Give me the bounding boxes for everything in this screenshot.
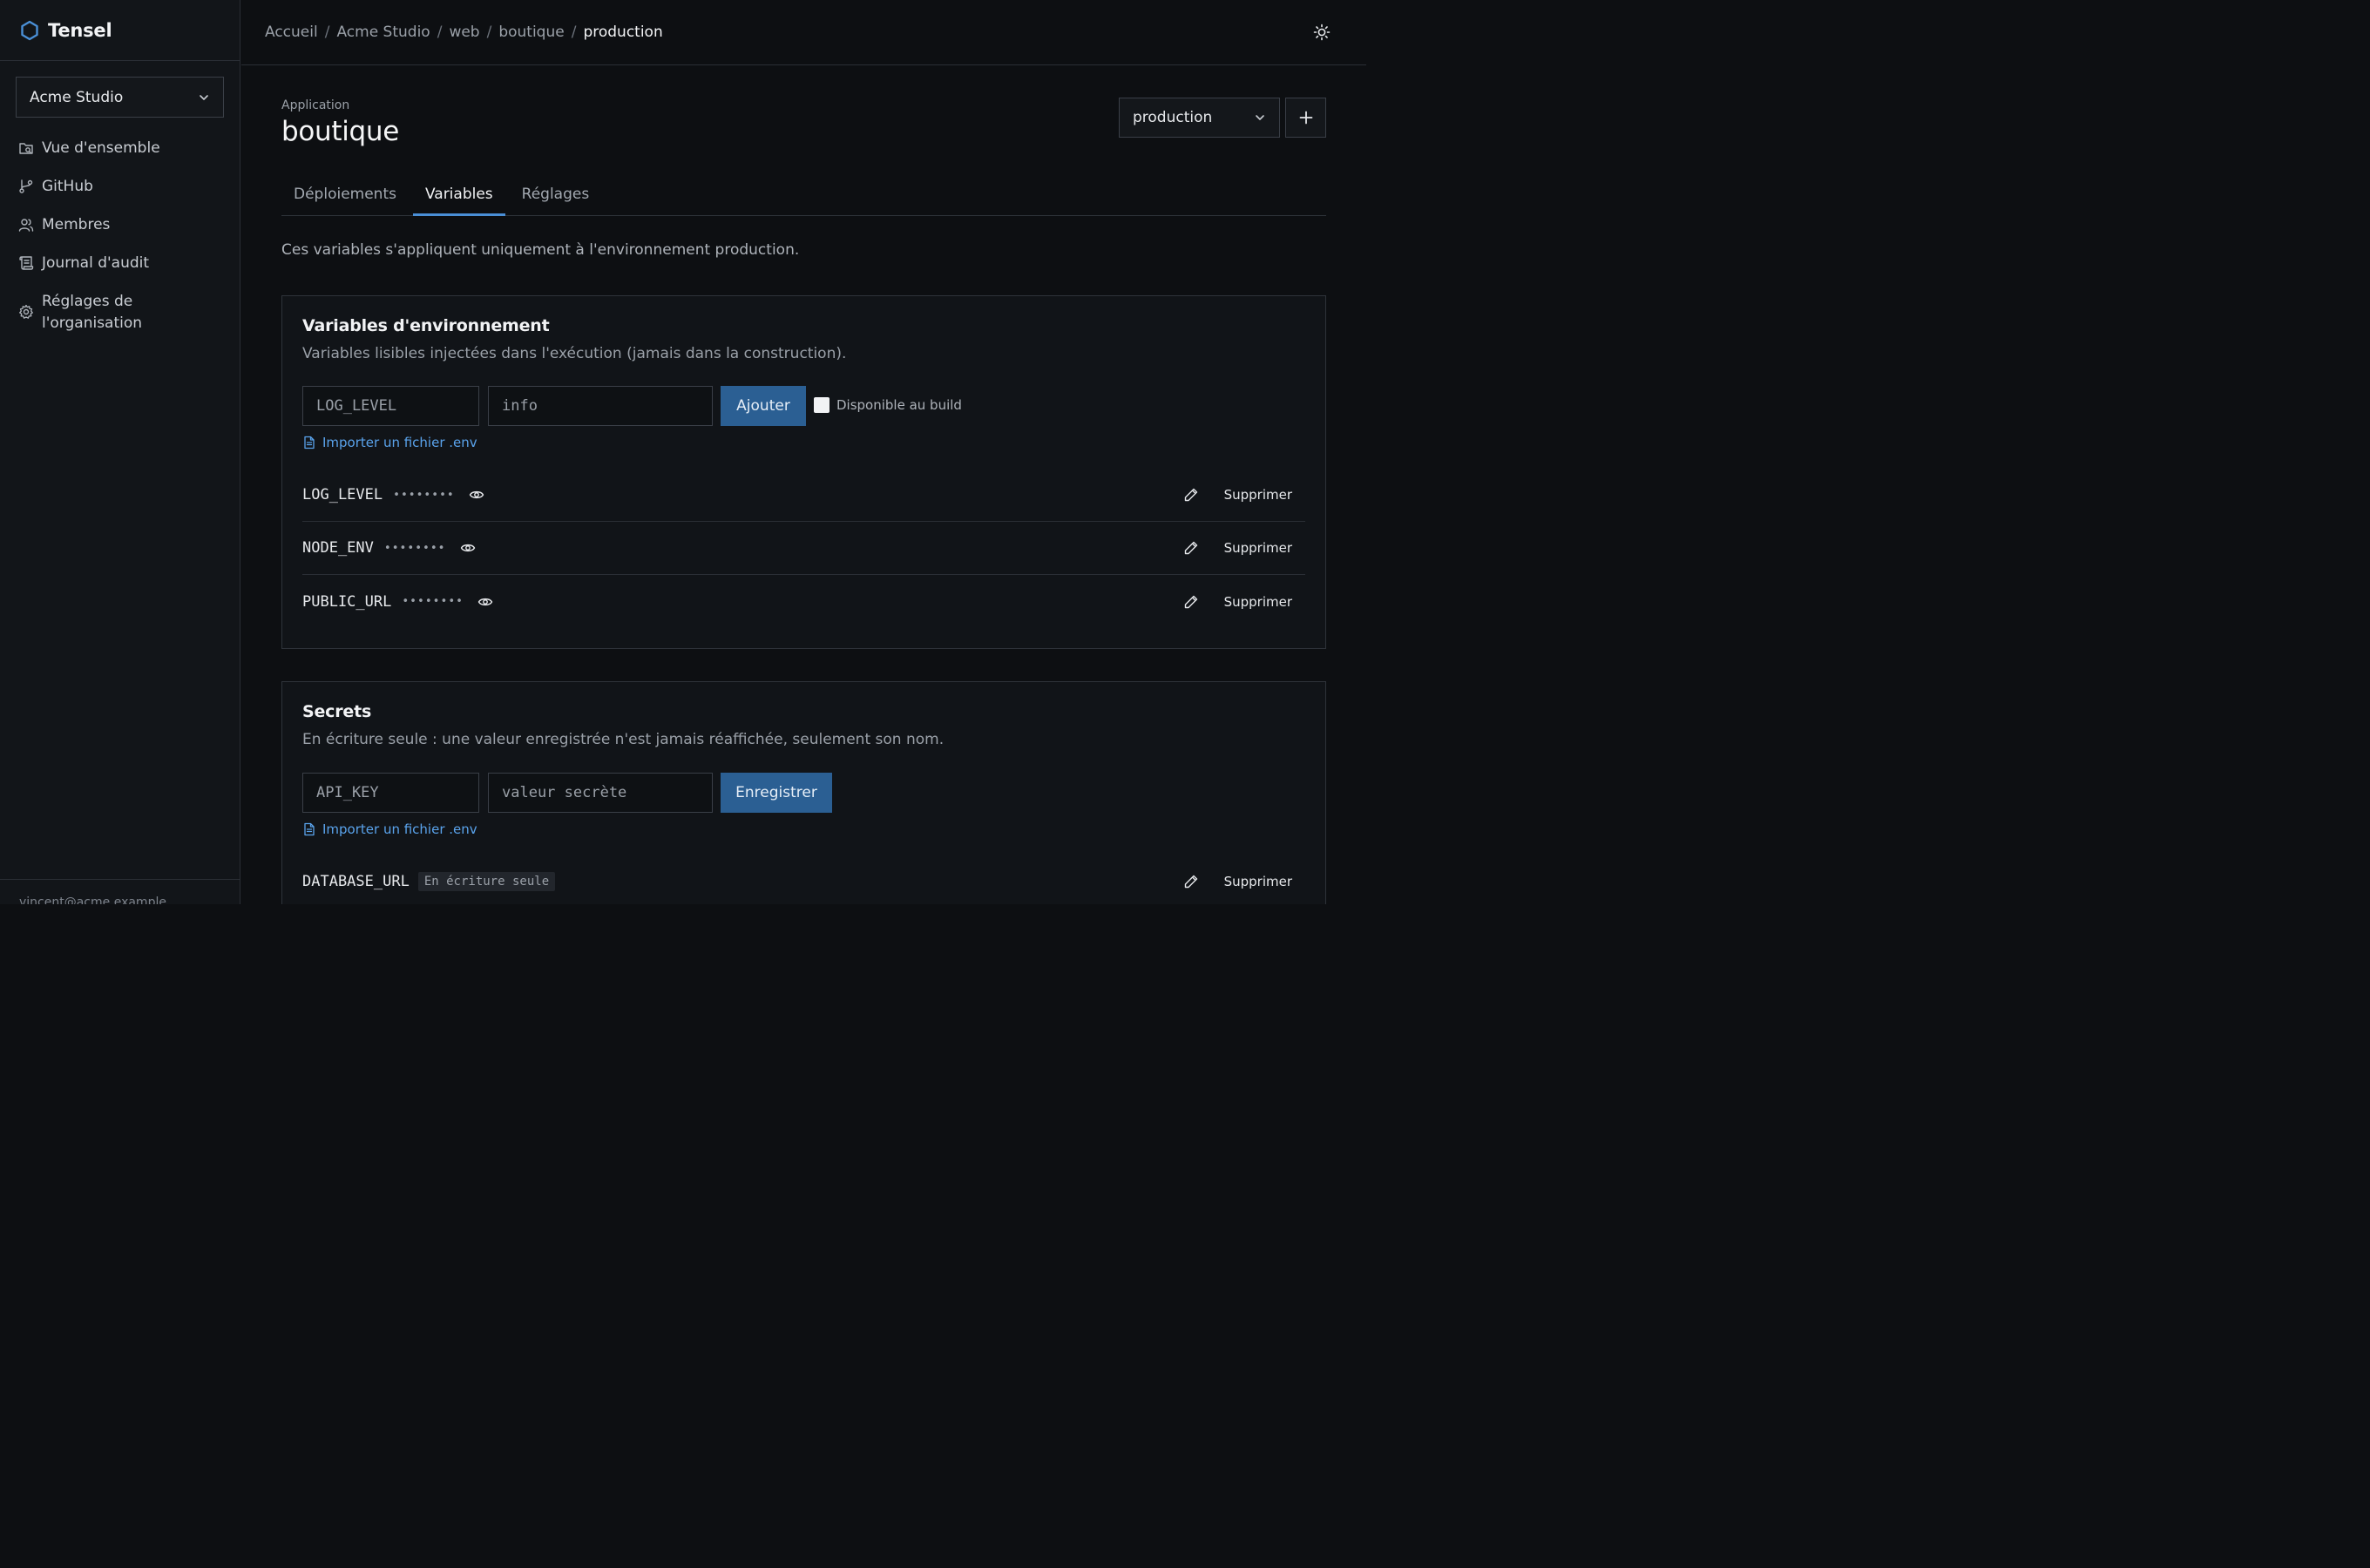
delete-button[interactable]: Supprimer: [1224, 594, 1292, 610]
secrets-title: Secrets: [302, 702, 372, 721]
save-secret-button[interactable]: Enregistrer: [721, 773, 832, 813]
env-var-masked-value: ••••••••: [402, 595, 464, 608]
brand[interactable]: Tensel: [0, 0, 240, 61]
secrets-card: Secrets En écriture seule : une valeur e…: [281, 681, 1326, 904]
environment-select[interactable]: production: [1119, 98, 1280, 138]
secret-row: DATABASE_URL En écriture seule Supprimer: [302, 855, 1305, 904]
env-var-row: LOG_LEVEL •••••••• Supprimer: [302, 469, 1305, 522]
sidebar-item-audit-log[interactable]: Journal d'audit: [0, 244, 240, 283]
delete-button[interactable]: Supprimer: [1224, 487, 1292, 503]
tabs: Déploiements Variables Réglages: [281, 177, 1326, 216]
page-title: boutique: [281, 116, 400, 147]
plus-icon: [1299, 111, 1312, 125]
git-branch-icon: [19, 179, 33, 193]
sidebar-item-label: Vue d'ensemble: [42, 139, 160, 157]
overview-icon: [19, 143, 33, 154]
file-text-icon: [304, 822, 315, 836]
user-email: vincent@acme.example: [0, 879, 240, 904]
eye-icon[interactable]: [460, 540, 476, 556]
eye-icon[interactable]: [477, 594, 493, 610]
chevron-down-icon: [200, 94, 208, 100]
secrets-description: En écriture seule : une valeur enregistr…: [302, 731, 945, 748]
users-icon: [18, 219, 34, 232]
sidebar-item-label: Membres: [42, 216, 111, 233]
env-var-masked-value: ••••••••: [383, 541, 446, 555]
secret-key-input[interactable]: API_KEY: [302, 773, 479, 813]
build-available-checkbox[interactable]: Disponible au build: [814, 397, 962, 413]
sidebar-item-label: Réglages de l'organisation: [42, 293, 143, 332]
add-variable-button[interactable]: Ajouter: [721, 386, 806, 426]
sidebar-item-members[interactable]: Membres: [0, 206, 240, 245]
sidebar-item-org-settings[interactable]: Réglages de l'organisation: [0, 282, 240, 343]
org-select[interactable]: Acme Studio: [16, 77, 224, 118]
pencil-icon[interactable]: [1183, 487, 1199, 503]
brand-name: Tensel: [48, 19, 112, 41]
env-vars-title: Variables d'environnement: [302, 316, 550, 335]
gear-icon: [19, 304, 33, 319]
breadcrumb: Accueil / Acme Studio / web / boutique /…: [265, 24, 663, 41]
env-var-row: PUBLIC_URL •••••••• Supprimer: [302, 575, 1305, 628]
topbar: Accueil / Acme Studio / web / boutique /…: [241, 0, 1366, 65]
sidebar-item-label: GitHub: [42, 178, 93, 195]
pencil-icon[interactable]: [1183, 874, 1199, 889]
env-var-row: NODE_ENV •••••••• Supprimer: [302, 522, 1305, 575]
delete-button[interactable]: Supprimer: [1224, 874, 1292, 889]
breadcrumb-project[interactable]: web: [449, 24, 479, 41]
sidebar: Tensel Acme Studio Vue d'ensemble GitHub…: [0, 0, 240, 904]
env-var-name: LOG_LEVEL: [302, 486, 383, 504]
breadcrumb-current: production: [583, 24, 663, 41]
pencil-icon[interactable]: [1183, 594, 1199, 610]
import-env-file-link[interactable]: Importer un fichier .env: [302, 821, 477, 837]
tab-deployments[interactable]: Déploiements: [281, 177, 409, 216]
breadcrumb-home[interactable]: Accueil: [265, 24, 318, 41]
file-text-icon: [304, 436, 315, 449]
sidebar-item-overview[interactable]: Vue d'ensemble: [0, 129, 240, 168]
sidebar-item-github[interactable]: GitHub: [0, 167, 240, 206]
app-window: Tensel Acme Studio Vue d'ensemble GitHub…: [0, 0, 1366, 904]
env-key-input[interactable]: LOG_LEVEL: [302, 386, 479, 426]
breadcrumb-separator: /: [486, 24, 492, 41]
checkbox-box[interactable]: [814, 397, 830, 413]
breadcrumb-org[interactable]: Acme Studio: [336, 24, 430, 41]
env-vars-description: Variables lisibles injectées dans l'exéc…: [302, 345, 847, 362]
breadcrumb-separator: /: [437, 24, 443, 41]
import-env-file-link[interactable]: Importer un fichier .env: [302, 435, 477, 450]
checkbox-label: Disponible au build: [836, 397, 962, 413]
delete-button[interactable]: Supprimer: [1224, 540, 1292, 556]
env-var-name: NODE_ENV: [302, 539, 374, 557]
tab-variables[interactable]: Variables: [412, 177, 505, 216]
breadcrumb-app[interactable]: boutique: [498, 24, 564, 41]
secret-value-input[interactable]: valeur secrète: [488, 773, 713, 813]
secret-name: DATABASE_URL: [302, 872, 410, 890]
env-var-name: PUBLIC_URL: [302, 592, 392, 611]
eye-icon[interactable]: [469, 487, 484, 503]
env-vars-card: Variables d'environnement Variables lisi…: [281, 295, 1326, 649]
write-only-badge: En écriture seule: [417, 871, 556, 891]
environment-select-value: production: [1133, 109, 1213, 126]
sidebar-nav: Vue d'ensemble GitHub Membres Journal d'…: [0, 129, 240, 342]
env-var-masked-value: ••••••••: [393, 488, 455, 502]
variables-intro: Ces variables s'appliquent uniquement à …: [281, 241, 800, 259]
breadcrumb-separator: /: [571, 24, 577, 41]
tab-settings[interactable]: Réglages: [510, 177, 602, 216]
hexagon-logo-icon: [21, 20, 38, 40]
chevron-down-icon: [1256, 115, 1264, 120]
scroll-icon: [19, 256, 34, 270]
env-value-input[interactable]: info: [488, 386, 713, 426]
sun-icon[interactable]: [1312, 23, 1331, 42]
add-environment-button[interactable]: [1285, 98, 1326, 138]
sidebar-item-label: Journal d'audit: [42, 254, 150, 272]
org-select-value: Acme Studio: [30, 88, 124, 106]
pencil-icon[interactable]: [1183, 540, 1199, 556]
breadcrumb-separator: /: [324, 24, 330, 41]
page-eyebrow: Application: [281, 98, 350, 112]
